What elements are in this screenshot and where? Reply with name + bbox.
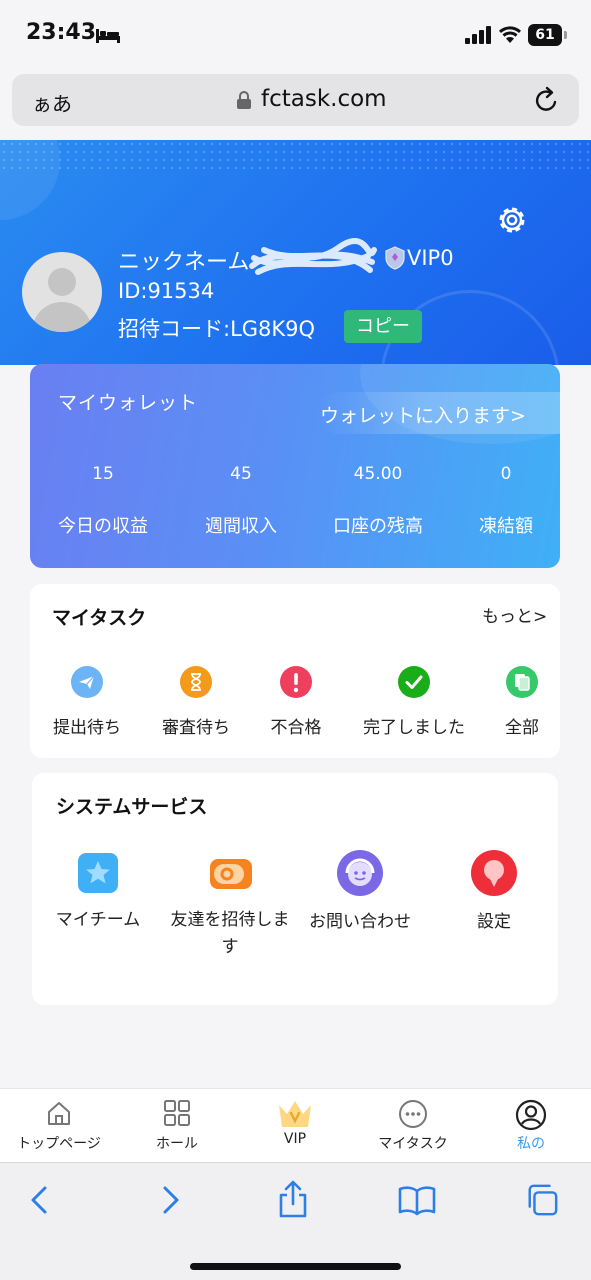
back-icon[interactable] — [24, 1183, 58, 1217]
invite-code: 招待コード:LG8K9Q — [118, 317, 316, 341]
profile-header: ニックネーム VIP0 ID:91534 招待コード:LG8K9Q コピー — [0, 140, 591, 365]
weekly-income-value: 45 — [230, 464, 252, 484]
my-tasks-card: マイタスク もっと> 提出待ち 審査待ち 不合格 完了しました 全部 — [30, 584, 560, 758]
service-invite-friends[interactable]: 友達を招待しま す — [162, 851, 298, 961]
bottom-tab-bar: トップページ ホール VIP マイタスク 私の — [0, 1088, 591, 1162]
share-icon[interactable] — [276, 1179, 310, 1219]
frozen-amount-label: 凍結額 — [479, 516, 533, 537]
settings-balloon-icon — [470, 849, 518, 897]
tab-mine[interactable]: 私の — [476, 1099, 586, 1153]
task-pending-review[interactable]: 審査待ち — [156, 666, 236, 738]
hourglass-icon — [180, 666, 212, 698]
support-icon — [336, 849, 384, 897]
task-label: 全部 — [505, 718, 539, 738]
task-label: 完了しました — [363, 718, 465, 738]
crown-icon — [279, 1101, 311, 1127]
tab-label: トップページ — [17, 1136, 101, 1152]
tab-label: 私の — [517, 1136, 545, 1152]
wallet-card: マイウォレット ウォレットに入ります> 15 45 45.00 0 今日の収益 … — [30, 364, 560, 568]
url-text[interactable]: fctask.com — [261, 86, 387, 112]
bed-icon — [96, 29, 120, 43]
header-dot-pattern — [0, 140, 591, 170]
tabs-icon[interactable] — [524, 1183, 560, 1217]
nickname-label: ニックネーム — [118, 250, 250, 275]
more-link[interactable]: もっと> — [482, 602, 547, 627]
reload-icon[interactable] — [534, 86, 560, 114]
system-services-card: システムサービス マイチーム 友達を招待しま す お問い合わせ 設定 — [32, 773, 558, 1005]
task-label: 不合格 — [270, 718, 322, 738]
wifi-icon — [499, 26, 521, 43]
vip-level: VIP0 — [407, 246, 454, 270]
vip-shield-icon — [385, 246, 405, 270]
status-time: 23:43 — [26, 20, 97, 45]
send-icon — [71, 666, 103, 698]
wallet-icon — [208, 851, 252, 895]
more-dots-icon — [399, 1100, 427, 1128]
check-icon — [398, 666, 430, 698]
battery-indicator: 61 — [528, 24, 568, 46]
service-label: 友達を招待しま す — [170, 910, 290, 957]
battery-level: 61 — [528, 24, 562, 46]
copy-button[interactable]: コピー — [344, 310, 422, 343]
service-my-team[interactable]: マイチーム — [38, 851, 158, 934]
forward-icon[interactable] — [152, 1183, 186, 1217]
my-tasks-title: マイタスク — [52, 607, 147, 629]
tab-hall[interactable]: ホール — [122, 1099, 232, 1153]
today-earnings-label: 今日の収益 — [58, 516, 148, 537]
bookmarks-icon[interactable] — [398, 1183, 436, 1217]
service-contact-us[interactable]: お問い合わせ — [302, 849, 418, 936]
enter-wallet-label: ウォレットに入ります> — [320, 405, 526, 427]
cellular-signal-icon — [465, 26, 491, 44]
redaction-scribble — [249, 238, 377, 275]
avatar-head — [48, 268, 76, 296]
profile-icon — [515, 1099, 547, 1131]
account-balance-label: 口座の残高 — [333, 516, 423, 537]
task-completed[interactable]: 完了しました — [358, 666, 470, 738]
tab-label: VIP — [283, 1131, 307, 1147]
grid-icon — [164, 1100, 190, 1126]
service-label: マイチーム — [55, 910, 141, 930]
gear-icon[interactable] — [494, 202, 530, 238]
service-settings[interactable]: 設定 — [452, 849, 536, 936]
user-id: ID:91534 — [118, 279, 215, 303]
account-balance-value: 45.00 — [353, 464, 403, 484]
weekly-income-label: 週間収入 — [205, 516, 277, 537]
home-icon — [48, 1102, 70, 1125]
service-label: 設定 — [477, 912, 511, 932]
task-label: 審査待ち — [162, 718, 230, 738]
task-all[interactable]: 全部 — [492, 666, 552, 738]
exclamation-icon — [280, 666, 312, 698]
header-decoration — [0, 140, 60, 220]
service-label: お問い合わせ — [309, 912, 411, 932]
tab-my-tasks[interactable]: マイタスク — [358, 1099, 468, 1153]
team-star-icon — [76, 851, 120, 895]
task-label: 提出待ち — [53, 718, 121, 738]
tab-label: マイタスク — [378, 1136, 448, 1152]
enter-wallet-button[interactable]: ウォレットに入ります> — [318, 392, 560, 434]
home-indicator — [190, 1263, 401, 1270]
text-size-button[interactable]: ぁあ — [32, 88, 72, 117]
address-bar[interactable]: ぁあ fctask.com — [12, 74, 579, 126]
system-services-title: システムサービス — [56, 796, 208, 818]
documents-icon — [506, 666, 538, 698]
avatar-body — [32, 302, 92, 332]
tab-home[interactable]: トップページ — [4, 1099, 114, 1153]
lock-icon — [237, 91, 251, 109]
frozen-amount-value: 0 — [500, 464, 512, 484]
wallet-title: マイウォレット — [58, 392, 199, 414]
task-rejected[interactable]: 不合格 — [256, 666, 336, 738]
tab-label: ホール — [156, 1136, 198, 1152]
avatar[interactable] — [22, 252, 102, 332]
battery-tip — [564, 31, 567, 39]
status-bar: 23:43 61 — [0, 0, 591, 70]
browser-toolbar — [0, 1162, 591, 1280]
task-pending-submission[interactable]: 提出待ち — [47, 666, 127, 738]
tab-vip[interactable]: VIP — [240, 1099, 350, 1147]
today-earnings-value: 15 — [92, 464, 114, 484]
